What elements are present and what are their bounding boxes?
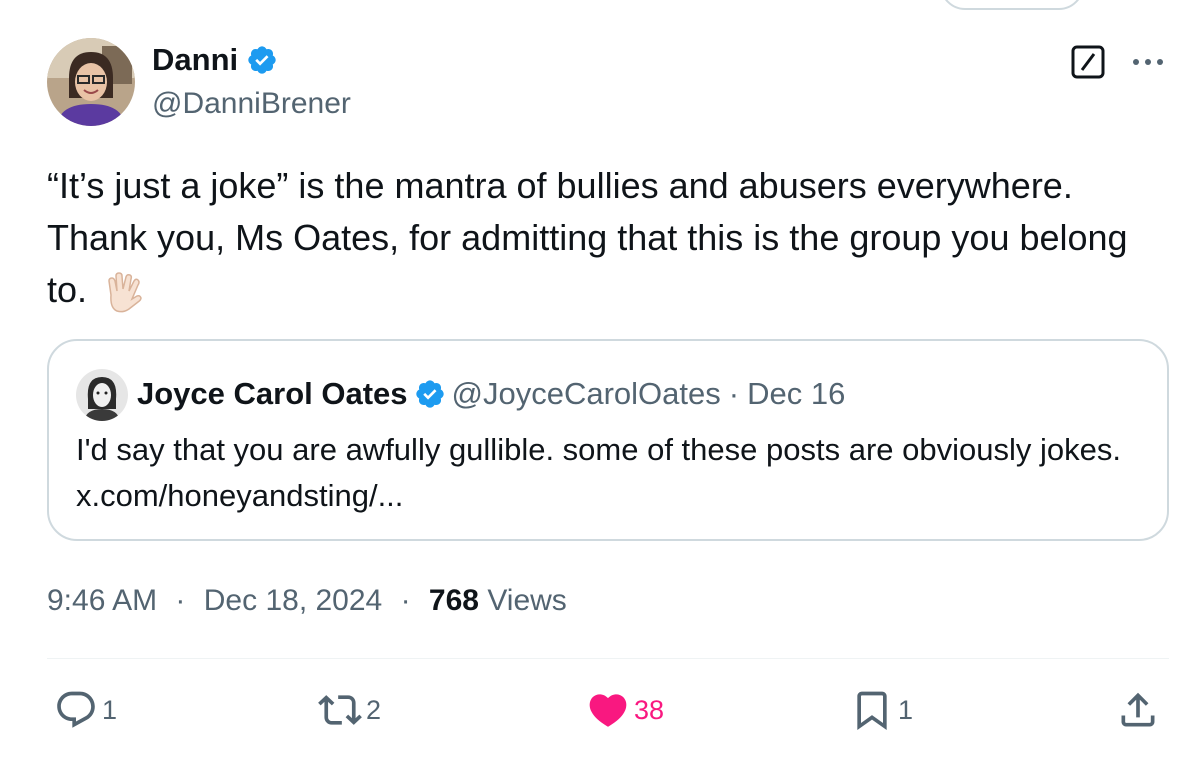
separator-dot: ·	[728, 376, 740, 411]
repost-count: 2	[366, 694, 382, 725]
heart-icon	[589, 694, 627, 727]
views-count: 768	[428, 584, 479, 617]
verified-badge-icon	[246, 44, 278, 76]
separator-dot: ·	[175, 584, 186, 617]
quoted-handle[interactable]: @JoyceCarolOates	[452, 376, 721, 412]
top-partial-button[interactable]	[940, 0, 1084, 10]
author-avatar[interactable]	[47, 38, 135, 126]
quoted-author-avatar[interactable]	[76, 369, 128, 421]
like-count: 38	[634, 694, 665, 725]
quoted-tweet-card[interactable]: Joyce Carol Oates @JoyceCarolOates · Dec…	[47, 339, 1169, 541]
reply-count: 1	[102, 694, 118, 725]
author-display-name[interactable]: Danni	[152, 42, 238, 78]
verified-badge-icon	[414, 378, 446, 410]
tweet-meta: 9:46 AM · Dec 18, 2024 · 768 Views	[47, 581, 567, 621]
tweet-date[interactable]: Dec 18, 2024	[204, 584, 382, 617]
tweet-time[interactable]: 9:46 AM	[47, 584, 157, 617]
grok-icon[interactable]	[1070, 44, 1106, 80]
separator-dot: ·	[400, 584, 411, 617]
tweet-body: “It’s just a joke” is the mantra of bull…	[47, 165, 1128, 310]
bookmark-icon	[857, 691, 887, 731]
quoted-date[interactable]: Dec 16	[747, 376, 845, 412]
reply-button[interactable]: 1	[54, 688, 117, 732]
repost-button[interactable]: 2	[318, 688, 381, 732]
bookmark-button[interactable]: 1	[850, 688, 913, 732]
like-button[interactable]: 38	[586, 688, 664, 732]
reply-icon	[57, 691, 95, 728]
views-label: Views	[487, 584, 567, 617]
divider	[47, 658, 1169, 659]
share-button[interactable]	[1116, 688, 1160, 732]
more-options-icon[interactable]	[1128, 52, 1168, 72]
share-icon	[1121, 692, 1155, 727]
quoted-display-name[interactable]: Joyce Carol Oates	[137, 376, 408, 412]
tweet-text: “It’s just a joke” is the mantra of bull…	[47, 160, 1177, 316]
quoted-tweet-text: I'd say that you are awfully gullible. s…	[76, 432, 1121, 513]
bookmark-count: 1	[898, 694, 914, 725]
author-handle[interactable]: @DanniBrener	[152, 86, 351, 122]
vulcan-salute-icon	[101, 269, 147, 315]
repost-icon	[318, 695, 362, 725]
